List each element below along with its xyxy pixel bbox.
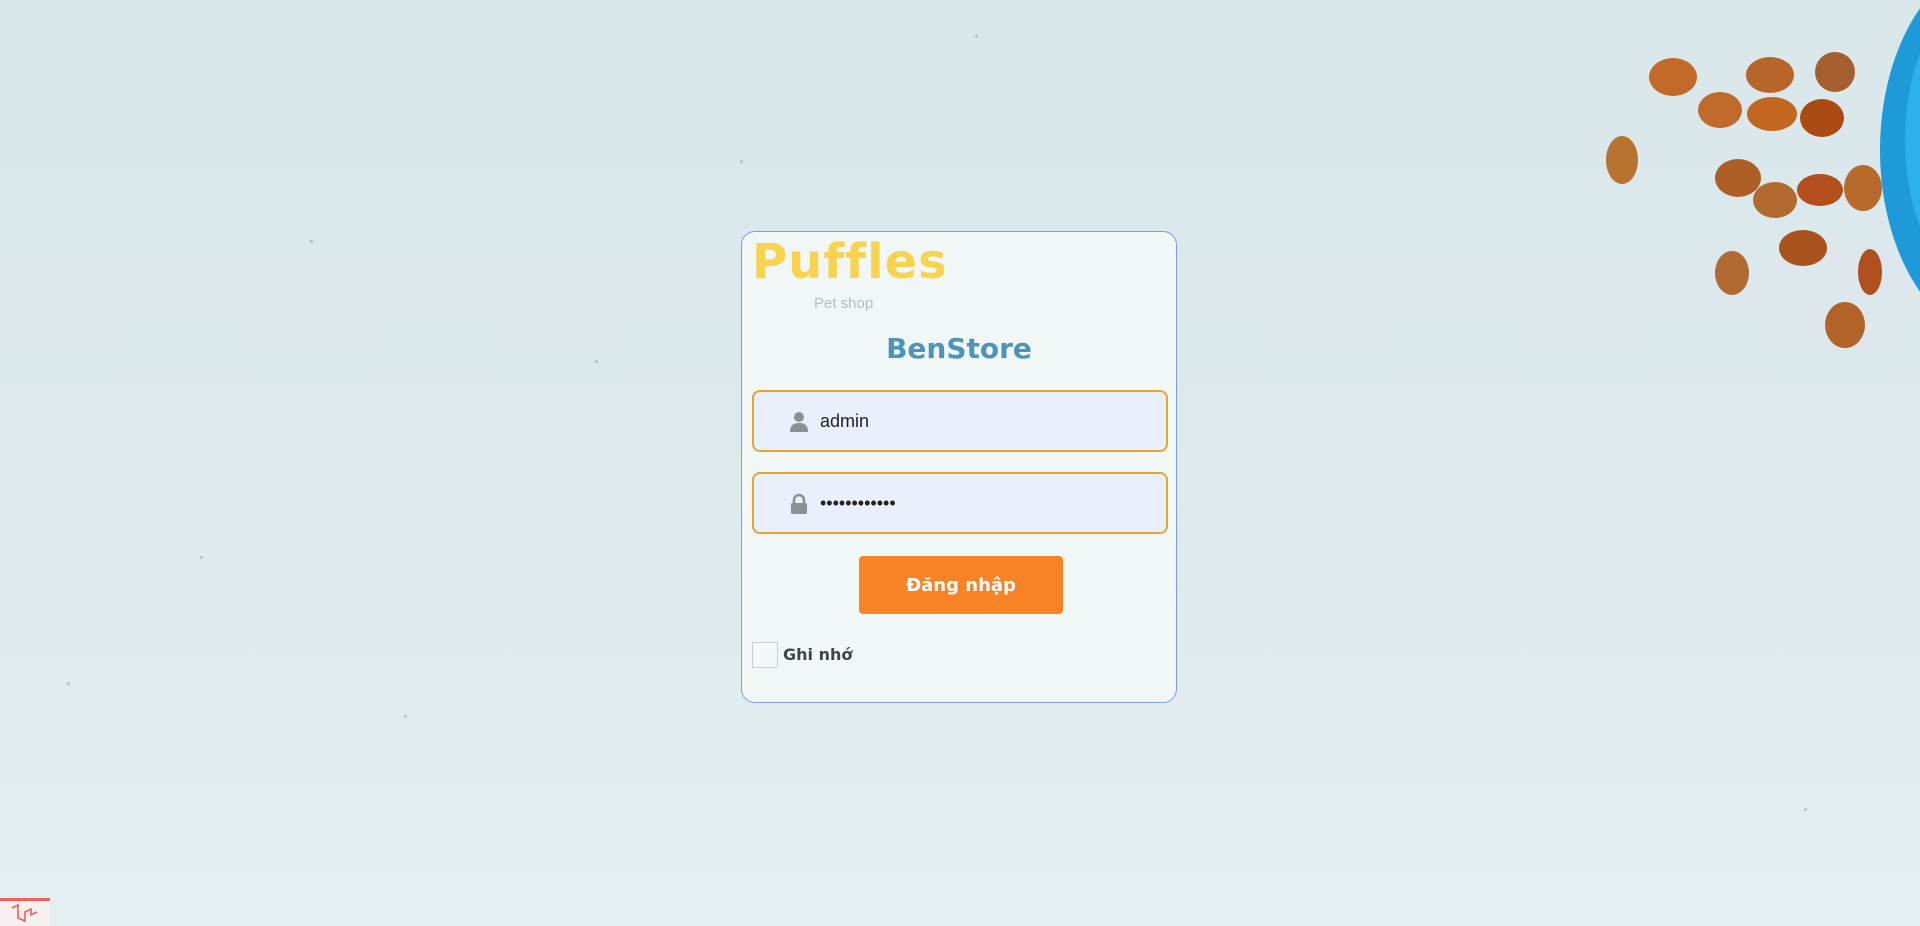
background-speck	[404, 715, 407, 718]
brand-logo: Puffles Pet shop	[752, 238, 952, 318]
remember-label[interactable]: Ghi nhớ	[783, 645, 852, 664]
login-card: Puffles Pet shop BenStore Đăng nhập Ghi …	[741, 231, 1177, 703]
brand-name: Puffles	[752, 234, 948, 290]
background-speck	[595, 360, 598, 363]
background-speck	[740, 160, 743, 163]
lock-icon	[791, 493, 807, 514]
background-speck	[310, 240, 313, 243]
password-input[interactable]	[820, 474, 1150, 532]
remember-checkbox[interactable]	[752, 642, 778, 668]
brand-subtitle: Pet shop	[814, 295, 874, 312]
login-button[interactable]: Đăng nhập	[859, 556, 1063, 614]
user-icon	[790, 412, 808, 432]
password-field[interactable]	[752, 472, 1168, 534]
debug-toolbar-toggle[interactable]	[0, 898, 50, 926]
username-input[interactable]	[820, 392, 1150, 450]
store-title: BenStore	[886, 332, 1032, 365]
pet-food-bowl-image	[1606, 8, 1920, 348]
background-speck	[975, 35, 978, 38]
background-speck	[67, 682, 70, 685]
background-speck	[1804, 808, 1807, 811]
username-field[interactable]	[752, 390, 1168, 452]
framework-logo-icon	[11, 904, 38, 923]
background-speck	[200, 556, 203, 559]
